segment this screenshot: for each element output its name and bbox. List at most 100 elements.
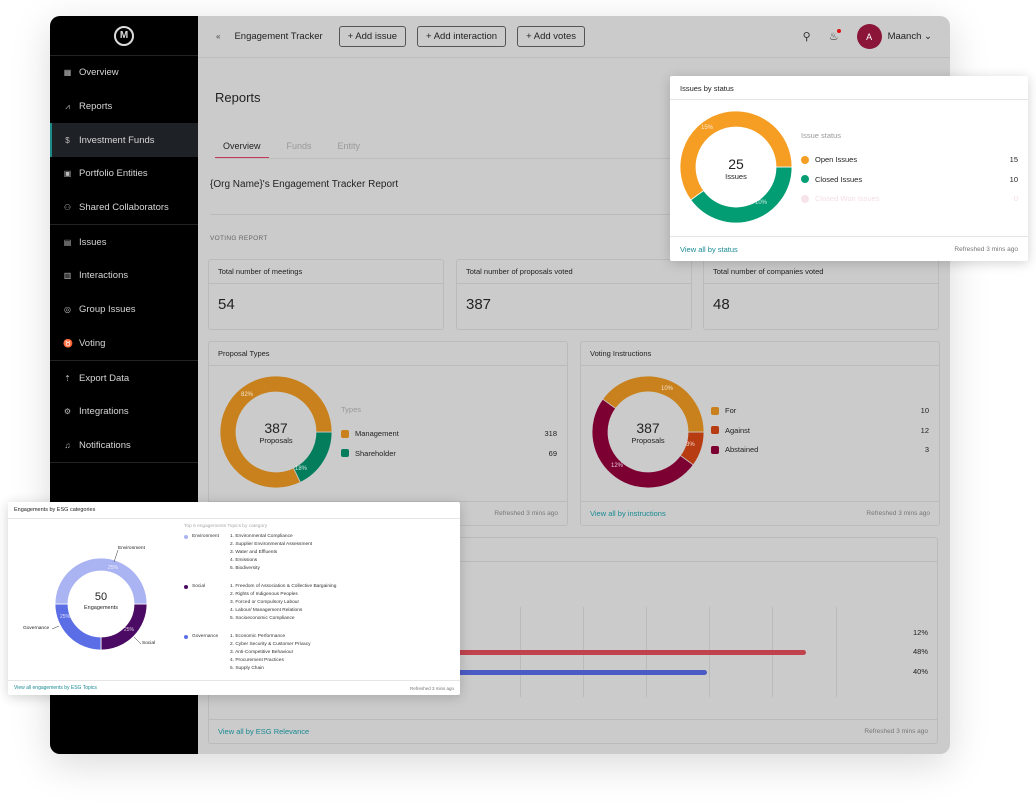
sidebar-item-label: Overview: [79, 67, 119, 79]
center-value: 387: [636, 420, 660, 436]
logo[interactable]: M: [50, 16, 198, 56]
sidebar-item-shared-collaborators[interactable]: ⚇ Shared Collaborators: [50, 191, 198, 225]
card-footer: View all by instructions Refreshed 3 mins…: [581, 501, 939, 525]
category-dot: [184, 534, 188, 539]
view-all-esg-topics-link[interactable]: View all engagements by ESG Topics: [14, 685, 97, 691]
sidebar-item-issues[interactable]: ▤ Issues: [50, 225, 198, 259]
kpi-label: Total number of proposals voted: [457, 260, 691, 284]
legend-swatch: [801, 175, 809, 184]
legend-value: 12: [920, 425, 929, 435]
search-icon[interactable]: ⚲: [803, 30, 811, 43]
esg-categories-card: Engagements by ESG categories 50 Engagem…: [8, 502, 460, 695]
group-icon: ◎: [64, 305, 71, 315]
topic-item: 2. Cyber Security & Customer Privacy: [230, 642, 311, 647]
sidebar-item-group-issues[interactable]: ◎ Group Issues: [50, 293, 198, 327]
sidebar-item-overview[interactable]: ▦ Overview: [50, 56, 198, 90]
collapse-sidebar-icon[interactable]: «: [216, 32, 220, 41]
topic-list: 1. Environmental Compliance 2. Supplier E…: [230, 534, 312, 574]
legend-swatch: [711, 445, 719, 454]
sidebar-item-portfolio-entities[interactable]: ▣ Portfolio Entities: [50, 157, 198, 191]
sidebar-item-investment-funds[interactable]: $ Investment Funds: [50, 123, 198, 158]
legend-swatch: [711, 426, 719, 435]
center-value: 387: [264, 420, 288, 436]
slice-label: 15%: [701, 125, 714, 131]
sidebar-item-voting[interactable]: ♉ Voting: [50, 327, 198, 361]
view-all-esg-relevance-link[interactable]: View all by ESG Relevance: [218, 727, 309, 736]
view-all-instructions-link[interactable]: View all by instructions: [590, 509, 666, 518]
category-name: Social: [192, 584, 206, 589]
legend-value: 10: [1009, 174, 1018, 184]
topic-item: 3. Anti-Competitive Behaviour: [230, 650, 294, 655]
topic-item: 1. Economic Performance: [230, 634, 286, 639]
category-name: Environment: [192, 534, 219, 539]
page-title: Reports: [215, 90, 261, 105]
legend-item: For 10: [711, 401, 929, 421]
nav-group: ⇡ Export Data ⚙ Integrations ♫ Notifications: [50, 361, 198, 464]
proposal-types-card: Proposal Types 387 Proposals 82% 18% Typ…: [208, 341, 568, 526]
callout-governance: Governance: [23, 626, 50, 631]
sidebar-item-integrations[interactable]: ⚙ Integrations: [50, 395, 198, 429]
logo-icon: M: [114, 25, 134, 46]
legend-value: 3: [924, 445, 929, 455]
esg-category-label: Governance: [184, 634, 230, 674]
add-votes-button[interactable]: + Add votes: [517, 26, 585, 47]
callout-environment: Environment: [118, 546, 145, 551]
refresh-status: Refreshed 3 mins ago: [866, 510, 930, 517]
view-all-by-status-link[interactable]: View all by status: [680, 245, 738, 254]
bell-icon[interactable]: ♨: [829, 29, 841, 43]
tab-entity[interactable]: Entity: [330, 141, 369, 158]
kpi-card-proposals: Total number of proposals voted 387: [456, 259, 692, 330]
legend-title: Issue status: [801, 131, 842, 140]
sidebar-item-label: Notifications: [79, 439, 131, 451]
users-icon: ⚇: [63, 203, 72, 213]
topic-item: 4. Procurement Practices: [230, 658, 284, 663]
legend-item: Open Issues 15: [801, 150, 1018, 170]
legend-title: Types: [341, 405, 362, 414]
add-interaction-button[interactable]: + Add interaction: [417, 26, 507, 47]
category-name: Governance: [192, 634, 219, 639]
issues-by-status-card: Issues by status 25 Issues 15% 10% Issue…: [670, 76, 1028, 261]
esg-category: Social 1. Freedom of Association & Collec…: [184, 584, 336, 624]
sidebar-item-reports[interactable]: ⩘ Reports: [50, 90, 198, 124]
kpi-value: 54: [218, 296, 235, 313]
topic-item: 1. Freedom of Association & Collective B…: [230, 584, 337, 589]
esg-category-label: Social: [184, 584, 230, 624]
legend-item: Management 318: [341, 424, 557, 444]
clipboard-icon: ▤: [63, 237, 72, 247]
esg-topics-list: Top 5 engagements Topics by category Env…: [184, 524, 336, 684]
topic-item: 3. Forced or Compulsory Labour: [230, 600, 300, 605]
tab-funds[interactable]: Funds: [279, 141, 320, 158]
report-title: {Org Name}'s Engagement Tracker Report: [210, 179, 399, 190]
legend-value: 15: [1009, 155, 1018, 165]
legend: For 10 Against 12 Abstained 3: [711, 401, 929, 460]
nav-group: ▤ Issues ▥ Interactions ◎ Group Issues ♉ Voting: [50, 225, 198, 362]
nav-group: ▦ Overview ⩘ Reports $ Investment Funds ▣ Portf…: [50, 56, 198, 226]
center-label: Proposals: [631, 436, 665, 445]
donut-center: 387 Proposals: [618, 420, 678, 445]
topic-item: 5. Socioeconomic Compliance: [230, 616, 295, 621]
gridline: [836, 607, 837, 697]
avatar[interactable]: A: [856, 24, 882, 49]
legend-swatch: [711, 406, 719, 415]
refresh-status: Refreshed 3 mins ago: [954, 245, 1018, 253]
tab-overview[interactable]: Overview: [215, 141, 269, 158]
slice-label: 12%: [611, 463, 624, 469]
chevron-down-icon: ⌄: [924, 31, 932, 42]
slice-label: 10%: [755, 200, 768, 206]
sidebar-item-export-data[interactable]: ⇡ Export Data: [50, 361, 198, 395]
esg-category-label: Environment: [184, 534, 230, 574]
sidebar-item-label: Issues: [79, 236, 107, 248]
sidebar-item-label: Interactions: [79, 270, 129, 282]
add-issue-button[interactable]: + Add issue: [338, 26, 407, 47]
user-menu[interactable]: Maanch ⌄: [888, 31, 932, 42]
upload-icon: ⇡: [64, 373, 71, 383]
legend-item: Shareholder 69: [341, 444, 557, 464]
sidebar-item-label: Portfolio Entities: [79, 168, 148, 180]
legend-value: 10: [920, 406, 929, 416]
sidebar-item-notifications[interactable]: ♫ Notifications: [50, 429, 198, 463]
card-title: Voting Instructions: [581, 342, 939, 366]
topic-item: 3. Water and Effluents: [230, 550, 278, 555]
legend-label: Closed Issues: [815, 174, 863, 184]
kpi-card-meetings: Total number of meetings 54: [208, 259, 444, 330]
sidebar-item-interactions[interactable]: ▥ Interactions: [50, 259, 198, 293]
